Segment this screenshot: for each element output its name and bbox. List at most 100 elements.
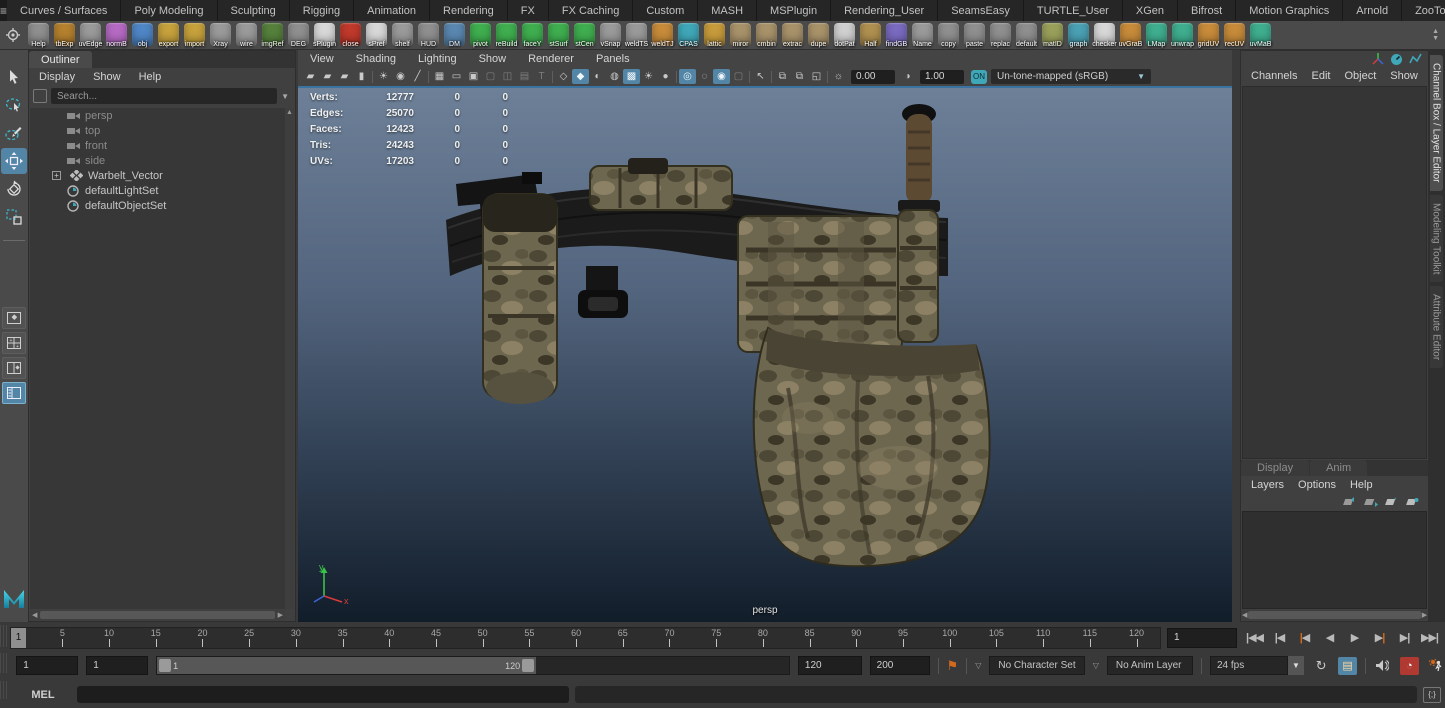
shelf-tab[interactable]: TURTLE_User	[1024, 0, 1123, 21]
new-empty-layer-icon[interactable]: *	[1385, 497, 1399, 507]
shelf-button[interactable]: Help	[26, 22, 51, 49]
shelf-tab[interactable]: Poly Modeling	[121, 0, 217, 21]
select-marker-icon[interactable]: ◉	[392, 69, 409, 84]
shelf-button[interactable]: dupe	[806, 22, 831, 49]
shelf-button[interactable]: copy	[936, 22, 961, 49]
shelf-button[interactable]: export	[156, 22, 181, 49]
shelf-button[interactable]: HUD	[416, 22, 441, 49]
exposure-icon[interactable]: ☼	[830, 69, 847, 84]
move-layer-down-icon[interactable]	[1364, 497, 1378, 507]
paint-select-tool[interactable]	[1, 120, 27, 146]
outliner-item-camera[interactable]: top	[30, 123, 285, 138]
shelf-tab[interactable]: XGen	[1123, 0, 1178, 21]
snapshot-icon[interactable]: ◱	[808, 69, 825, 84]
hamburger-icon[interactable]: ≡	[0, 0, 7, 21]
exposure-field[interactable]: 0.00	[851, 70, 895, 84]
camera-attributes-icon[interactable]: ▰	[336, 69, 353, 84]
shelf-tab[interactable]: FX	[508, 0, 549, 21]
shelf-scroll-up-icon[interactable]: ▲	[1432, 28, 1439, 35]
step-forward-frame-button[interactable]: ▶|	[1393, 628, 1416, 648]
shelf-button[interactable]: stSurf	[546, 22, 571, 49]
shelf-button[interactable]: pivot	[468, 22, 493, 49]
lasso-select-tool[interactable]	[1, 92, 27, 118]
shelf-button[interactable]: vSnap	[598, 22, 623, 49]
viewport-menu-item[interactable]: Lighting	[418, 53, 457, 65]
channel-box-menu-item[interactable]: Channels	[1251, 70, 1297, 82]
shelf-tab[interactable]: Motion Graphics	[1236, 0, 1343, 21]
shelf-button[interactable]: uvMaB	[1248, 22, 1273, 49]
play-forwards-button[interactable]: ▶	[1343, 628, 1366, 648]
character-set-dropdown[interactable]: No Character Set	[989, 656, 1084, 675]
chevron-down-icon[interactable]: ▼	[1288, 656, 1304, 675]
layer-list[interactable]	[1242, 511, 1427, 609]
command-language-toggle[interactable]: MEL	[15, 689, 71, 701]
shelf-button[interactable]: Name	[910, 22, 935, 49]
scale-tool[interactable]	[1, 204, 27, 230]
shelf-scroll-down-icon[interactable]: ▼	[1432, 35, 1439, 42]
anim-layer-menu-icon[interactable]: ▽	[1093, 661, 1099, 670]
layer-editor-tab[interactable]: Display	[1241, 460, 1309, 476]
shelf-tab[interactable]: Rendering	[430, 0, 508, 21]
shelf-button[interactable]: normB	[104, 22, 129, 49]
shelf-button[interactable]: close	[338, 22, 363, 49]
camera-lock-icon[interactable]: ▰	[319, 69, 336, 84]
viewport-menu-item[interactable]: View	[310, 53, 334, 65]
shelf-button[interactable]: Half	[858, 22, 883, 49]
shelf-tab[interactable]: Bifrost	[1178, 0, 1236, 21]
shelf-button[interactable]: graph	[1066, 22, 1091, 49]
shelf-button[interactable]: cmbin	[754, 22, 779, 49]
grid-icon[interactable]: ▦	[431, 69, 448, 84]
shadows-icon[interactable]: ●	[657, 69, 674, 84]
safe-action-icon[interactable]: ▤	[516, 69, 533, 84]
move-layer-up-icon[interactable]	[1343, 497, 1357, 507]
light-icon[interactable]: ☀	[375, 69, 392, 84]
channel-box-hscrollbar[interactable]: ◀▶	[1242, 610, 1427, 620]
shelf-button[interactable]: stCen	[572, 22, 597, 49]
outliner-vscrollbar[interactable]: ▲	[285, 108, 294, 609]
isolate-select-icon[interactable]: ↖	[752, 69, 769, 84]
command-input[interactable]	[77, 686, 569, 703]
move-tool[interactable]	[1, 148, 27, 174]
channel-box-menu-item[interactable]: Object	[1344, 70, 1376, 82]
shelf-button[interactable]: lattic	[702, 22, 727, 49]
outliner-title[interactable]: Outliner	[29, 51, 92, 68]
shelf-tab[interactable]: Sculpting	[218, 0, 290, 21]
select-tool[interactable]	[1, 64, 27, 90]
drag-grip[interactable]	[0, 625, 9, 647]
viewport-menu-item[interactable]: Panels	[596, 53, 630, 65]
axis-tripod-icon[interactable]	[1372, 53, 1384, 65]
shelf-tab[interactable]: MSPlugin	[757, 0, 831, 21]
tear-off-copy-icon[interactable]: ⧉	[774, 69, 791, 84]
resolution-gate-icon[interactable]: ▣	[465, 69, 482, 84]
channel-box-menu-item[interactable]: Edit	[1311, 70, 1330, 82]
outliner-hscrollbar[interactable]: ◀▶	[30, 610, 285, 620]
search-options-arrow-icon[interactable]: ▼	[281, 92, 289, 101]
scroll-left-icon[interactable]: ◀	[1242, 611, 1247, 619]
shelf-button[interactable]: DEG	[286, 22, 311, 49]
shelf-button[interactable]: weldTS	[624, 22, 649, 49]
shelf-button[interactable]: uvGraB	[1118, 22, 1143, 49]
shelf-button[interactable]: uvEdge	[78, 22, 103, 49]
sidebar-vertical-tab[interactable]: Attribute Editor	[1430, 286, 1443, 368]
shelf-button[interactable]: wire	[234, 22, 259, 49]
outliner-item-set[interactable]: defaultObjectSet	[30, 198, 285, 213]
channel-list-area[interactable]	[1242, 86, 1427, 459]
layer-editor-menu-item[interactable]: Options	[1298, 479, 1336, 491]
safe-title-icon[interactable]: T	[533, 69, 550, 84]
shelf-button[interactable]: miror	[728, 22, 753, 49]
shelf-button[interactable]: recUV	[1222, 22, 1247, 49]
camera-select-icon[interactable]: ▰	[302, 69, 319, 84]
range-start-handle[interactable]	[159, 659, 171, 672]
view-transform-dropdown[interactable]: Un-tone-mapped (sRGB) ▼	[991, 69, 1151, 84]
textured-icon[interactable]: ▩	[623, 69, 640, 84]
shelf-button[interactable]: CPAS	[676, 22, 701, 49]
selection-filter-icon[interactable]	[33, 89, 47, 103]
shelf-tab[interactable]: FX Caching	[549, 0, 633, 21]
current-frame-indicator[interactable]: 1	[11, 628, 26, 648]
loop-mode-icon[interactable]: ↻	[1312, 657, 1330, 675]
animation-preferences-icon[interactable]: ◔	[1400, 657, 1418, 675]
shelf-tab[interactable]: MASH	[698, 0, 757, 21]
play-backwards-button[interactable]: ◀	[1318, 628, 1341, 648]
shelf-button[interactable]: DM	[442, 22, 467, 49]
wireframe-icon[interactable]: ◇	[555, 69, 572, 84]
